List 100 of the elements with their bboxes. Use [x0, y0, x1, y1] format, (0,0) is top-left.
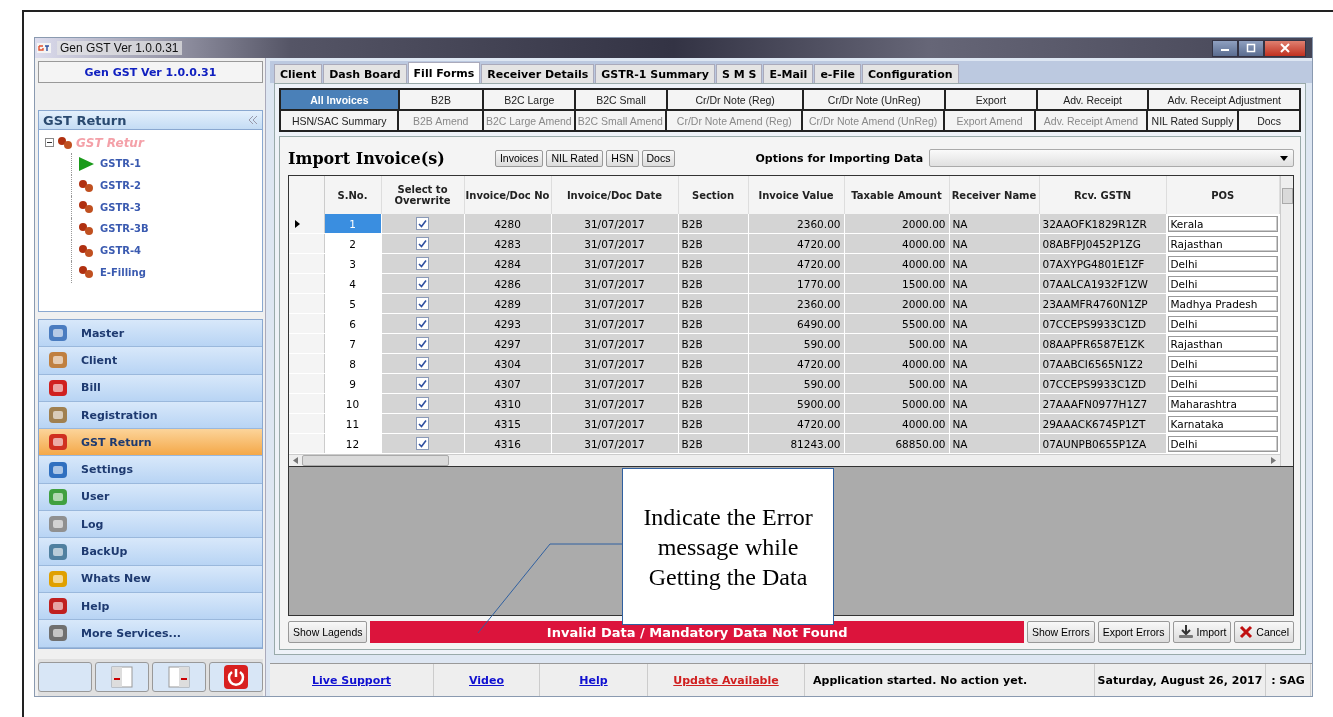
form-tab[interactable]: Adv. Receipt Adjustment: [1149, 90, 1299, 109]
column-header[interactable]: Invoice/Doc No: [464, 176, 551, 214]
column-header[interactable]: Invoice Value: [748, 176, 844, 214]
overwrite-checkbox[interactable]: [416, 277, 429, 291]
form-tab[interactable]: Cr/Dr Note (Reg): [667, 90, 803, 109]
overwrite-checkbox[interactable]: [416, 217, 429, 231]
tree-expander-icon[interactable]: [45, 137, 54, 149]
overwrite-checkbox[interactable]: [416, 357, 429, 371]
overwrite-checkbox[interactable]: [416, 257, 429, 271]
column-header[interactable]: Invoice/Doc Date: [551, 176, 678, 214]
nav-icon: [47, 323, 69, 344]
form-tab[interactable]: All Invoices: [281, 90, 398, 109]
show-legends-button[interactable]: Show Lagends: [288, 621, 368, 643]
pos-dropdown[interactable]: Maharashtra: [1167, 395, 1278, 412]
nav-item[interactable]: Settings: [39, 456, 262, 484]
form-tab[interactable]: B2C Small: [576, 90, 666, 109]
scroll-left-icon[interactable]: [293, 457, 298, 464]
form-tab[interactable]: Adv. Receipt: [1037, 90, 1148, 109]
nav-item[interactable]: Bill: [39, 374, 262, 402]
nav-item[interactable]: Registration: [39, 401, 262, 430]
tab[interactable]: GSTR-1 Summary: [595, 64, 715, 83]
overwrite-checkbox[interactable]: [416, 437, 429, 451]
column-header[interactable]: Section: [678, 176, 748, 214]
form-tab[interactable]: B2C Large: [484, 90, 575, 109]
maximize-button[interactable]: [1238, 39, 1264, 57]
tab[interactable]: Client: [274, 64, 323, 83]
nav-item[interactable]: Master: [39, 320, 262, 348]
nav-item[interactable]: BackUp: [39, 538, 262, 566]
overwrite-checkbox[interactable]: [416, 417, 429, 431]
form-tab[interactable]: HSN/SAC Summary: [281, 111, 398, 130]
nav-item[interactable]: Whats New: [39, 565, 262, 593]
cancel-button[interactable]: Cancel: [1234, 621, 1294, 643]
tree-item[interactable]: GSTR-1: [100, 158, 142, 170]
tab[interactable]: e-File: [814, 64, 861, 83]
column-header[interactable]: S.No.: [324, 176, 381, 214]
pos-dropdown[interactable]: Karnataka: [1167, 415, 1278, 432]
action-button[interactable]: Export Errors: [1097, 621, 1170, 643]
table-cell: 32AAOFK1829R1ZR: [1039, 214, 1166, 234]
tree-item[interactable]: GSTR-3: [100, 201, 142, 213]
overwrite-checkbox[interactable]: [416, 317, 429, 331]
pos-dropdown[interactable]: Kerala: [1167, 215, 1278, 232]
tree-item[interactable]: E-Filling: [100, 266, 146, 278]
overwrite-checkbox[interactable]: [416, 237, 429, 251]
status-link[interactable]: Video: [469, 673, 504, 687]
vertical-scrollbar[interactable]: [1280, 176, 1293, 466]
tab[interactable]: E-Mail: [763, 64, 814, 83]
form-tab[interactable]: NIL Rated Supply: [1147, 111, 1238, 130]
error-message-bar: Invalid Data / Mandatory Data Not Found: [370, 621, 1024, 643]
status-link[interactable]: Update Available: [673, 673, 779, 687]
import-type-button[interactable]: Docs: [641, 149, 676, 167]
overwrite-checkbox[interactable]: [416, 337, 429, 351]
close-button[interactable]: [1264, 39, 1306, 57]
import-type-button[interactable]: NIL Rated: [546, 149, 604, 167]
nav-item[interactable]: Help: [39, 592, 262, 621]
column-header[interactable]: Taxable Amount: [844, 176, 949, 214]
nav-item[interactable]: User: [39, 483, 262, 512]
layout-right-button[interactable]: [152, 662, 206, 692]
overwrite-checkbox[interactable]: [416, 297, 429, 311]
tree-item[interactable]: GSTR-3B: [100, 223, 149, 235]
form-tab[interactable]: B2B: [399, 90, 483, 109]
tab[interactable]: Dash Board: [323, 64, 407, 83]
nav-item[interactable]: Client: [39, 347, 262, 375]
pos-dropdown[interactable]: Rajasthan: [1167, 335, 1278, 352]
form-tab[interactable]: Docs: [1239, 111, 1299, 130]
column-header[interactable]: POS: [1166, 176, 1280, 214]
tree-item[interactable]: GSTR-4: [100, 245, 142, 257]
layout-left-button[interactable]: [95, 662, 149, 692]
pos-dropdown[interactable]: Madhya Pradesh: [1167, 295, 1278, 312]
form-tab[interactable]: Cr/Dr Note (UnReg): [804, 90, 945, 109]
status-link[interactable]: Help: [579, 673, 608, 687]
form-tab[interactable]: Export: [946, 90, 1036, 109]
pos-dropdown[interactable]: Rajasthan: [1167, 235, 1278, 252]
tab[interactable]: Receiver Details: [481, 64, 595, 83]
import-type-button[interactable]: Invoices: [494, 149, 544, 167]
column-header[interactable]: Receiver Name: [949, 176, 1039, 214]
status-link[interactable]: Live Support: [312, 673, 391, 687]
power-button[interactable]: [209, 662, 263, 692]
import-type-button[interactable]: HSN: [606, 149, 639, 167]
overwrite-checkbox[interactable]: [416, 377, 429, 391]
pos-dropdown[interactable]: Delhi: [1167, 435, 1278, 452]
tab[interactable]: Configuration: [861, 64, 959, 83]
pos-dropdown[interactable]: Delhi: [1167, 375, 1278, 392]
column-header[interactable]: Select to Overwrite: [381, 176, 464, 214]
pos-dropdown[interactable]: Delhi: [1167, 255, 1278, 272]
action-button[interactable]: Show Errors: [1026, 621, 1095, 643]
column-header[interactable]: Rcv. GSTN: [1039, 176, 1166, 214]
nav-item[interactable]: GST Return: [39, 429, 262, 457]
import-button[interactable]: Import: [1172, 621, 1232, 643]
tab[interactable]: Fill Forms: [407, 62, 481, 83]
scroll-right-icon[interactable]: [1271, 457, 1276, 464]
overwrite-checkbox[interactable]: [416, 397, 429, 411]
pos-dropdown[interactable]: Delhi: [1167, 315, 1278, 332]
nav-item[interactable]: More Services...: [39, 620, 262, 648]
pos-dropdown[interactable]: Delhi: [1167, 275, 1278, 292]
tab[interactable]: S M S: [715, 64, 763, 83]
minimize-button[interactable]: [1212, 39, 1238, 57]
horizontal-scrollbar[interactable]: [289, 454, 1280, 466]
pos-dropdown[interactable]: Delhi: [1167, 355, 1278, 372]
tree-item[interactable]: GSTR-2: [100, 180, 142, 192]
nav-item[interactable]: Log: [39, 511, 262, 539]
